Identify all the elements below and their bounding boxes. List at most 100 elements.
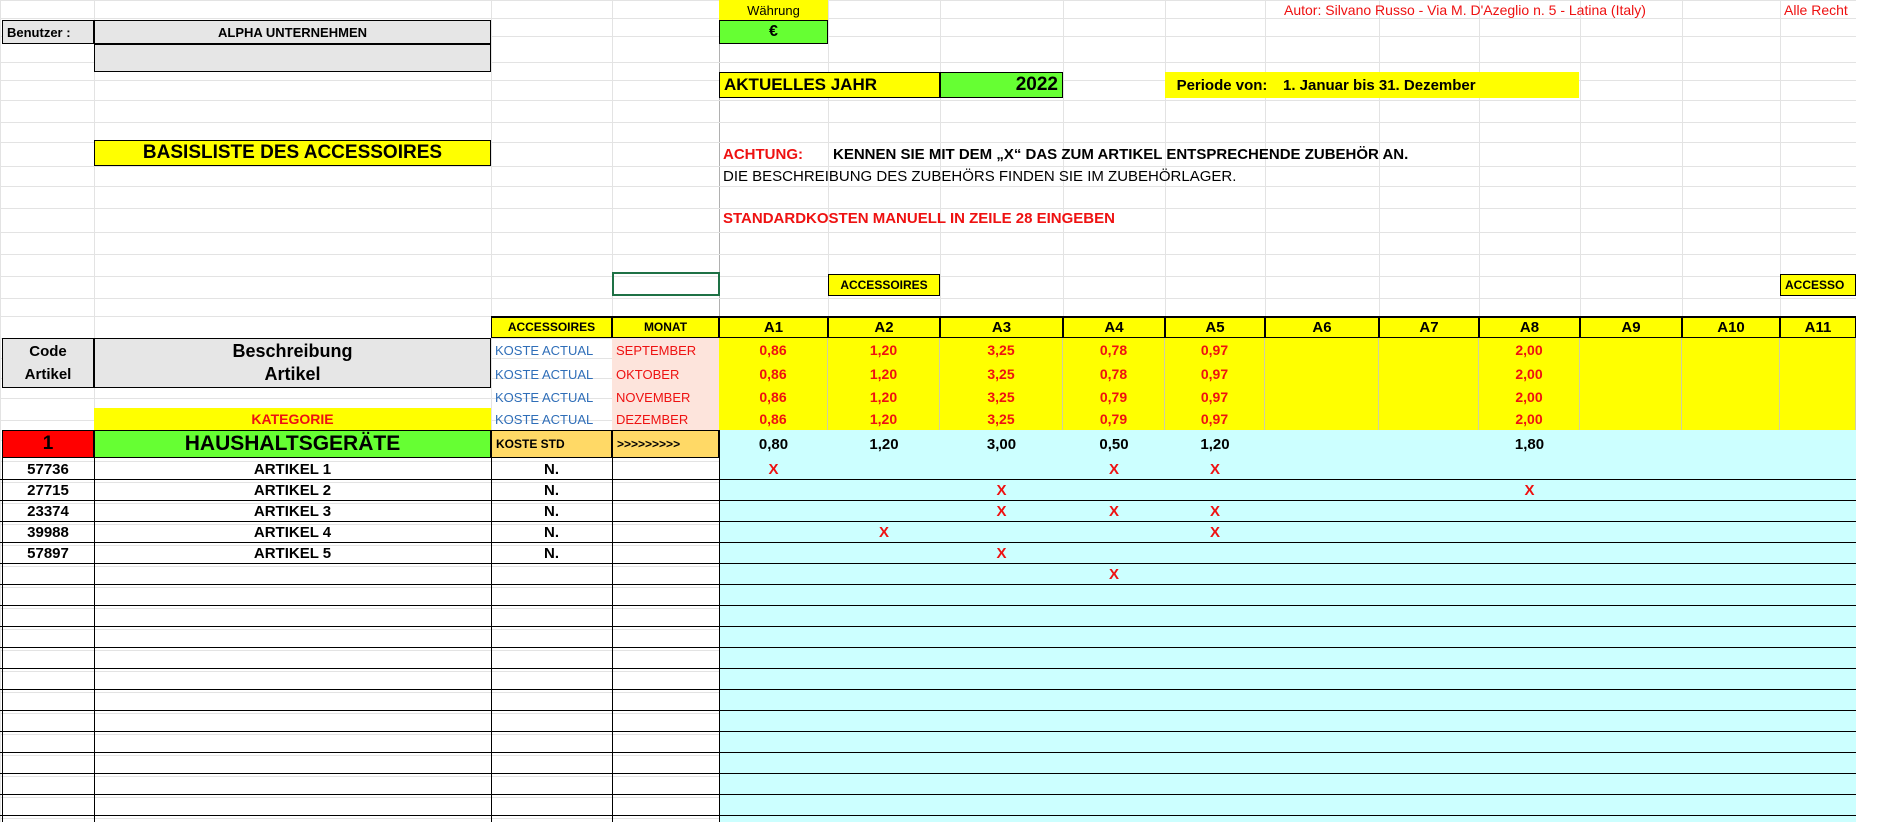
- accessory-mark[interactable]: X: [940, 501, 1063, 522]
- cost-value[interactable]: 0,86: [719, 362, 828, 386]
- cost-value[interactable]: 3,25: [940, 408, 1063, 430]
- cost-value[interactable]: 2,00: [1479, 386, 1580, 408]
- cost-value[interactable]: 2,00: [1479, 362, 1580, 386]
- std-value[interactable]: 1,20: [1165, 430, 1265, 458]
- std-value[interactable]: [1265, 430, 1379, 458]
- article-name[interactable]: [94, 690, 491, 711]
- cost-value[interactable]: 0,86: [719, 386, 828, 408]
- cost-value[interactable]: 2,00: [1479, 338, 1580, 362]
- std-value[interactable]: [1379, 430, 1479, 458]
- article-name[interactable]: [94, 774, 491, 795]
- cost-value[interactable]: [1265, 362, 1379, 386]
- cost-value[interactable]: [1580, 338, 1682, 362]
- cost-type: KOSTE ACTUAL: [495, 342, 594, 358]
- article-name[interactable]: ARTIKEL 5: [94, 543, 491, 564]
- cost-value[interactable]: 1,20: [828, 386, 940, 408]
- cost-value[interactable]: [1265, 386, 1379, 408]
- article-name[interactable]: [94, 585, 491, 606]
- article-acc: N.: [544, 545, 559, 562]
- cost-value[interactable]: [1580, 408, 1682, 430]
- cost-value[interactable]: [1682, 338, 1780, 362]
- std-value[interactable]: 0,80: [719, 430, 828, 458]
- article-name[interactable]: [94, 669, 491, 690]
- article-name[interactable]: [94, 732, 491, 753]
- currency-value[interactable]: €: [719, 20, 828, 44]
- article-name[interactable]: [94, 648, 491, 669]
- article-name[interactable]: [94, 753, 491, 774]
- accessory-mark[interactable]: X: [940, 543, 1063, 564]
- cost-value[interactable]: [1379, 386, 1479, 408]
- column-border: [2, 430, 3, 822]
- cost-value[interactable]: [1780, 408, 1856, 430]
- accessory-mark[interactable]: X: [719, 459, 828, 480]
- accessory-mark[interactable]: X: [1063, 459, 1165, 480]
- cost-value[interactable]: [1379, 338, 1479, 362]
- selected-cell[interactable]: [612, 272, 720, 296]
- cost-value[interactable]: [1265, 338, 1379, 362]
- std-value[interactable]: [1682, 430, 1780, 458]
- cost-value[interactable]: [1379, 408, 1479, 430]
- std-value[interactable]: [1580, 430, 1682, 458]
- cost-value[interactable]: [1682, 408, 1780, 430]
- cost-value[interactable]: [1580, 386, 1682, 408]
- article-name[interactable]: ARTIKEL 2: [94, 480, 491, 501]
- cost-value[interactable]: 0,86: [719, 408, 828, 430]
- accessory-mark[interactable]: X: [1165, 501, 1265, 522]
- accessory-mark[interactable]: X: [1063, 501, 1165, 522]
- std-value[interactable]: 1,20: [828, 430, 940, 458]
- rights-note: Alle Recht: [1784, 2, 1848, 18]
- cost-type: KOSTE ACTUAL: [495, 411, 594, 427]
- cost-value[interactable]: 0,79: [1063, 386, 1165, 408]
- accessory-mark[interactable]: X: [1165, 459, 1265, 480]
- cost-value[interactable]: 0,78: [1063, 362, 1165, 386]
- std-value[interactable]: 3,00: [940, 430, 1063, 458]
- cost-value[interactable]: 0,97: [1165, 362, 1265, 386]
- article-name[interactable]: [94, 627, 491, 648]
- cost-value[interactable]: 0,97: [1165, 408, 1265, 430]
- code-header-line2: Artikel: [24, 366, 72, 383]
- article-name[interactable]: [94, 606, 491, 627]
- article-code: [2, 669, 94, 690]
- accessory-mark[interactable]: X: [828, 522, 940, 543]
- cost-value[interactable]: [1780, 338, 1856, 362]
- cost-value[interactable]: [1780, 362, 1856, 386]
- cost-value[interactable]: [1682, 362, 1780, 386]
- cost-value[interactable]: [1682, 386, 1780, 408]
- article-name[interactable]: ARTIKEL 1: [94, 459, 491, 480]
- accessory-mark[interactable]: X: [1063, 564, 1165, 585]
- article-name[interactable]: ARTIKEL 3: [94, 501, 491, 522]
- cost-value[interactable]: 1,20: [828, 362, 940, 386]
- std-value[interactable]: [1780, 430, 1856, 458]
- article-name[interactable]: [94, 564, 491, 585]
- cost-value[interactable]: 0,86: [719, 338, 828, 362]
- year-value[interactable]: 2022: [940, 72, 1063, 98]
- accessory-mark[interactable]: X: [1479, 480, 1580, 501]
- article-name[interactable]: ARTIKEL 4: [94, 522, 491, 543]
- cost-value[interactable]: 0,97: [1165, 338, 1265, 362]
- company-name[interactable]: ALPHA UNTERNEHMEN: [94, 20, 491, 44]
- acc-col-header: A7: [1379, 316, 1479, 338]
- std-value[interactable]: 0,50: [1063, 430, 1165, 458]
- cost-value[interactable]: 0,78: [1063, 338, 1165, 362]
- cost-value[interactable]: 3,25: [940, 338, 1063, 362]
- article-name[interactable]: [94, 711, 491, 732]
- accessory-mark[interactable]: X: [940, 480, 1063, 501]
- company-extra-field[interactable]: [94, 44, 491, 72]
- cost-value[interactable]: 1,20: [828, 408, 940, 430]
- cost-value[interactable]: [1580, 362, 1682, 386]
- cost-value[interactable]: 0,79: [1063, 408, 1165, 430]
- cost-value[interactable]: [1780, 386, 1856, 408]
- column-border: [491, 430, 492, 822]
- cost-value[interactable]: [1265, 408, 1379, 430]
- std-value[interactable]: 1,80: [1479, 430, 1580, 458]
- cost-value[interactable]: 3,25: [940, 362, 1063, 386]
- cost-value[interactable]: 0,97: [1165, 386, 1265, 408]
- accessory-mark[interactable]: X: [1165, 522, 1265, 543]
- article-name[interactable]: [94, 795, 491, 816]
- cost-value[interactable]: 1,20: [828, 338, 940, 362]
- cost-value[interactable]: 3,25: [940, 386, 1063, 408]
- article-acc: [491, 795, 612, 816]
- cost-value[interactable]: 2,00: [1479, 408, 1580, 430]
- cost-value[interactable]: [1379, 362, 1479, 386]
- column-border: [94, 430, 95, 822]
